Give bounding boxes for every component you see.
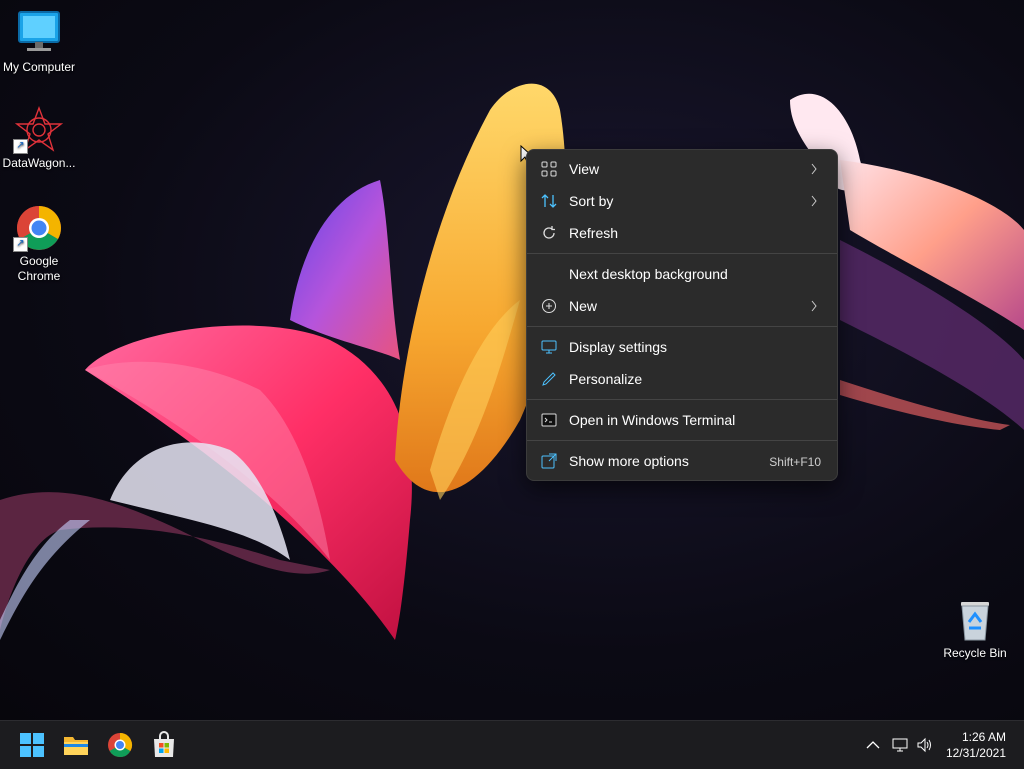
menu-item-label: Sort by (569, 193, 614, 209)
chevron-right-icon (809, 161, 819, 177)
menu-item-label: View (569, 161, 600, 177)
menu-item-personalize[interactable]: Personalize (531, 364, 833, 394)
chrome-icon (108, 733, 133, 758)
volume-icon (917, 737, 931, 753)
start-button[interactable] (16, 729, 48, 761)
desktop-icon-my-computer[interactable]: My Computer (0, 10, 78, 75)
chevron-right-icon (809, 298, 819, 314)
desktop-icon-label: My Computer (2, 60, 76, 74)
show-hidden-icons-button[interactable] (864, 737, 882, 753)
desktop-icon-datawagon[interactable]: ↗ DataWagon... (0, 106, 78, 171)
clock[interactable]: 1:26 AM 12/31/2021 (946, 729, 1006, 761)
menu-item-display-settings[interactable]: Display settings (531, 332, 833, 362)
sort-icon (541, 193, 557, 209)
store-button[interactable] (148, 729, 180, 761)
menu-item-next-desktop-background[interactable]: Next desktop background (531, 259, 833, 289)
menu-item-new[interactable]: New (531, 291, 833, 321)
pen-icon (541, 371, 557, 387)
menu-item-view[interactable]: View (531, 154, 833, 184)
clock-time: 1:26 AM (961, 730, 1006, 744)
menu-item-label: New (569, 298, 598, 314)
windows-start-icon (20, 733, 44, 757)
monitor-icon (15, 10, 63, 58)
desktop-icon-label: Recycle Bin (943, 646, 1007, 660)
desktop-context-menu: View Sort by Refresh Next desktop backgr… (526, 149, 838, 481)
network-icon (892, 738, 908, 752)
network-button[interactable] (892, 737, 910, 753)
terminal-icon (541, 412, 557, 428)
clock-date: 12/31/2021 (945, 746, 1006, 760)
datawagon-logo-icon: ↗ (13, 106, 64, 154)
menu-item-label: Show more options (569, 453, 689, 469)
external-icon (541, 453, 557, 469)
refresh-icon (541, 225, 557, 241)
chrome-icon: ↗ (13, 204, 63, 252)
menu-item-label: Refresh (569, 225, 619, 241)
taskbar: 1:26 AM 12/31/2021 (0, 720, 1024, 769)
menu-item-label: Display settings (569, 339, 668, 355)
chevron-up-icon (866, 741, 880, 749)
menu-separator (527, 326, 837, 327)
display-icon (541, 339, 557, 355)
volume-button[interactable] (916, 737, 934, 753)
file-explorer-button[interactable] (60, 729, 92, 761)
menu-item-label: Personalize (569, 371, 643, 387)
menu-separator (527, 399, 837, 400)
desktop-icon-label: Google Chrome (17, 254, 61, 283)
shortcut-arrow-icon: ↗ (13, 139, 28, 154)
menu-item-label: Next desktop background (569, 266, 728, 282)
menu-item-open-in-windows-terminal[interactable]: Open in Windows Terminal (531, 405, 833, 435)
grid-icon (541, 161, 557, 177)
desktop-icon-google-chrome[interactable]: ↗ Google Chrome (0, 204, 78, 284)
shortcut-arrow-icon: ↗ (13, 237, 28, 252)
chevron-right-icon (809, 193, 819, 209)
menu-separator (527, 440, 837, 441)
plus-circle-icon (541, 298, 557, 314)
desktop[interactable]: My Computer ↗ DataWagon... ↗ Google Chro… (0, 0, 1024, 720)
wallpaper-bloom (0, 83, 1024, 640)
menu-item-accelerator: Shift+F10 (769, 455, 821, 469)
menu-separator (527, 253, 837, 254)
menu-item-label: Open in Windows Terminal (569, 412, 736, 428)
store-icon (154, 731, 174, 757)
menu-item-show-more-options[interactable]: Show more options Shift+F10 (531, 446, 833, 476)
chrome-taskbar-button[interactable] (104, 729, 136, 761)
menu-item-refresh[interactable]: Refresh (531, 218, 833, 248)
desktop-icon-recycle-bin[interactable]: Recycle Bin (936, 596, 1014, 661)
file-explorer-icon (64, 737, 88, 755)
desktop-icon-label: DataWagon... (2, 156, 76, 170)
recycle-bin-icon (951, 596, 999, 644)
menu-item-sort-by[interactable]: Sort by (531, 186, 833, 216)
